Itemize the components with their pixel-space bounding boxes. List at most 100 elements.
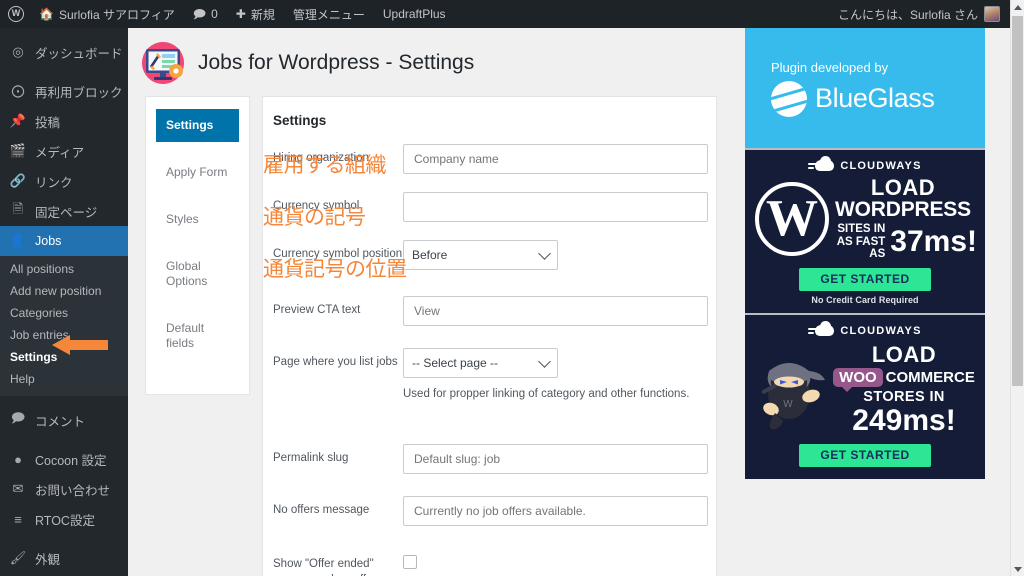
blueglass-subtitle: Plugin developed by bbox=[771, 59, 889, 75]
submenu-item-add-new-position[interactable]: Add new position bbox=[0, 280, 128, 302]
comment-icon: 🗩 bbox=[192, 7, 207, 21]
page-title: Jobs for Wordpress - Settings bbox=[198, 51, 475, 74]
admin-menu-item[interactable]: 管理メニュー bbox=[284, 0, 374, 28]
browser-scrollbar[interactable] bbox=[1010, 0, 1024, 576]
updraftplus-label: UpdraftPlus bbox=[382, 7, 446, 21]
sidebar-item-comments[interactable]: 🗩 コメント bbox=[0, 405, 128, 435]
sidebar-item-cocoon-settings[interactable]: ● Cocoon 設定 bbox=[0, 444, 128, 474]
field-preview-cta-text: Preview CTA text bbox=[273, 296, 708, 326]
field-show-offer-ended: Show "Offer ended" message when offer en… bbox=[273, 550, 702, 576]
tab-global-options[interactable]: Global Options bbox=[156, 250, 239, 298]
plugin-settings-monitor-icon bbox=[140, 40, 186, 86]
show-offer-ended-checkbox[interactable] bbox=[403, 555, 417, 569]
pin-icon: 📌 bbox=[9, 113, 27, 128]
ad-cloudways-woocommerce[interactable]: CLOUDWAYS W LOAD WOO COMMERCE STORES IN … bbox=[745, 313, 985, 479]
currency-symbol-position-select[interactable]: Before bbox=[403, 240, 558, 270]
admin-bar: 🏠 Surlofia サアロフィア 🗩 0 ✚ 新規 管理メニュー Updraf… bbox=[0, 0, 1010, 28]
sidebar-item-label: メディア bbox=[35, 145, 85, 160]
hiring-organization-input[interactable] bbox=[403, 144, 708, 174]
ninja-mascot-icon: W bbox=[749, 347, 829, 433]
wordpress-logo-menu[interactable] bbox=[0, 0, 30, 28]
sidebar-item-rtoc-settings[interactable]: ≡ RTOC設定 bbox=[0, 504, 128, 534]
wordpress-w-icon: W bbox=[755, 181, 829, 256]
blueglass-globe-icon bbox=[771, 80, 807, 117]
sidebar-item-posts[interactable]: 📌 投稿 bbox=[0, 106, 128, 136]
account-menu[interactable]: こんにちは、Surlofia さん bbox=[838, 6, 1010, 23]
sidebar-item-label: 外観 bbox=[35, 552, 61, 567]
cw-speed: 37ms! bbox=[890, 225, 977, 259]
sidebar-item-reusable-blocks[interactable]: ⨀ 再利用ブロック bbox=[0, 76, 128, 106]
jobs-user-icon: 👤 bbox=[9, 233, 27, 248]
scroll-up-arrow-icon[interactable] bbox=[1011, 0, 1024, 14]
scroll-down-arrow-icon[interactable] bbox=[1011, 562, 1024, 576]
cocoon-icon: ● bbox=[14, 451, 22, 467]
cloudways-brand: CLOUDWAYS bbox=[840, 324, 922, 337]
sidebar-item-media[interactable]: 🎬 メディア bbox=[0, 136, 128, 166]
ad-sidebar: Plugin developed by BlueGlass CLOUDWAYS … bbox=[745, 28, 985, 479]
link-icon: 🔗 bbox=[9, 173, 27, 188]
admin-content: Jobs for Wordpress - Settings Settings A… bbox=[128, 28, 1010, 576]
jobs-submenu: All positions Add new position Categorie… bbox=[0, 256, 128, 396]
settings-form-card: Settings Hiring organization Currency sy… bbox=[262, 96, 717, 576]
field-currency-symbol: Currency symbol bbox=[273, 192, 708, 222]
submenu-item-help[interactable]: Help bbox=[0, 368, 128, 390]
wordpress-logo-icon bbox=[8, 6, 24, 22]
site-name-label: Surlofia サアロフィア bbox=[58, 7, 175, 22]
field-no-offers-message: No offers message bbox=[273, 496, 708, 526]
tab-apply-form[interactable]: Apply Form bbox=[156, 156, 239, 189]
cw2-speed: 249ms! bbox=[852, 404, 956, 438]
greeting-label: こんにちは、Surlofia さん bbox=[837, 7, 978, 22]
sidebar-item-dashboard[interactable]: ◎ ダッシュボード bbox=[0, 37, 128, 67]
reusable-block-icon: ⨀ bbox=[11, 83, 25, 98]
home-icon: 🏠 bbox=[39, 7, 54, 21]
sidebar-item-pages[interactable]: 🗎 固定ページ bbox=[0, 196, 128, 226]
permalink-slug-label: Permalink slug bbox=[273, 452, 349, 464]
cloudways-cloud-icon bbox=[808, 156, 835, 172]
updraftplus-menu[interactable]: UpdraftPlus bbox=[374, 0, 455, 28]
preview-cta-text-label: Preview CTA text bbox=[273, 304, 361, 316]
woo-badge: WOO bbox=[833, 368, 883, 393]
submenu-item-categories[interactable]: Categories bbox=[0, 302, 128, 324]
cw-as-fast-as: AS FAST AS bbox=[836, 235, 886, 261]
cloudways-cloud-icon bbox=[808, 321, 835, 337]
comment-icon: 🗩 bbox=[10, 410, 26, 425]
media-icon: 🎬 bbox=[9, 143, 27, 158]
sidebar-item-contact[interactable]: ✉ お問い合わせ bbox=[0, 474, 128, 504]
cw2-load-line: LOAD bbox=[871, 342, 937, 368]
sidebar-item-jobs[interactable]: 👤 Jobs bbox=[0, 226, 128, 256]
sidebar-item-label: お問い合わせ bbox=[35, 483, 111, 498]
sidebar-item-links[interactable]: 🔗 リンク bbox=[0, 166, 128, 196]
ad-blueglass[interactable]: Plugin developed by BlueGlass bbox=[745, 28, 985, 148]
sidebar-item-label: 再利用ブロック bbox=[35, 85, 123, 100]
tab-default-fields[interactable]: Default fields bbox=[156, 312, 239, 360]
site-name-menu[interactable]: 🏠 Surlofia サアロフィア bbox=[30, 0, 184, 28]
preview-cta-text-input[interactable] bbox=[403, 296, 708, 326]
sidebar-item-label: コメント bbox=[35, 414, 86, 429]
ad-cloudways-wordpress[interactable]: CLOUDWAYS W LOAD WORDPRESS SITES IN AS F… bbox=[745, 148, 985, 314]
show-offer-ended-label: Show "Offer ended" message when offer en… bbox=[273, 558, 376, 576]
comments-count: 0 bbox=[211, 7, 218, 21]
cloudways-get-started-button[interactable]: GET STARTED bbox=[799, 268, 931, 292]
cloudways-woo-get-started-button[interactable]: GET STARTED bbox=[799, 443, 931, 467]
comments-menu[interactable]: 🗩 0 bbox=[184, 0, 227, 28]
appearance-brush-icon: 🖌 bbox=[9, 550, 27, 565]
plus-icon: ✚ bbox=[235, 7, 246, 21]
new-content-menu[interactable]: ✚ 新規 bbox=[227, 0, 284, 28]
currency-symbol-label: Currency symbol bbox=[273, 200, 360, 212]
sidebar-item-appearance[interactable]: 🖌 外観 bbox=[0, 543, 128, 573]
sidebar-item-label: 投稿 bbox=[35, 115, 61, 130]
cloudways-brand: CLOUDWAYS bbox=[840, 159, 922, 172]
tab-settings[interactable]: Settings bbox=[156, 109, 239, 142]
avatar bbox=[984, 6, 1000, 22]
currency-symbol-input[interactable] bbox=[403, 192, 708, 222]
new-content-label: 新規 bbox=[250, 7, 275, 22]
permalink-slug-input[interactable] bbox=[403, 444, 708, 474]
no-offers-message-input[interactable] bbox=[403, 496, 708, 526]
scrollbar-thumb[interactable] bbox=[1012, 16, 1023, 386]
tab-styles[interactable]: Styles bbox=[156, 203, 239, 236]
blueglass-brand: BlueGlass bbox=[815, 83, 935, 113]
page-where-you-list-jobs-select[interactable]: -- Select page -- bbox=[403, 348, 558, 378]
page-list-help-text: Used for propper linking of category and… bbox=[403, 388, 690, 400]
submenu-item-all-positions[interactable]: All positions bbox=[0, 258, 128, 280]
admin-sidebar: ◎ ダッシュボード ⨀ 再利用ブロック 📌 投稿 🎬 メディア 🔗 リンク 🗎 … bbox=[0, 28, 128, 576]
